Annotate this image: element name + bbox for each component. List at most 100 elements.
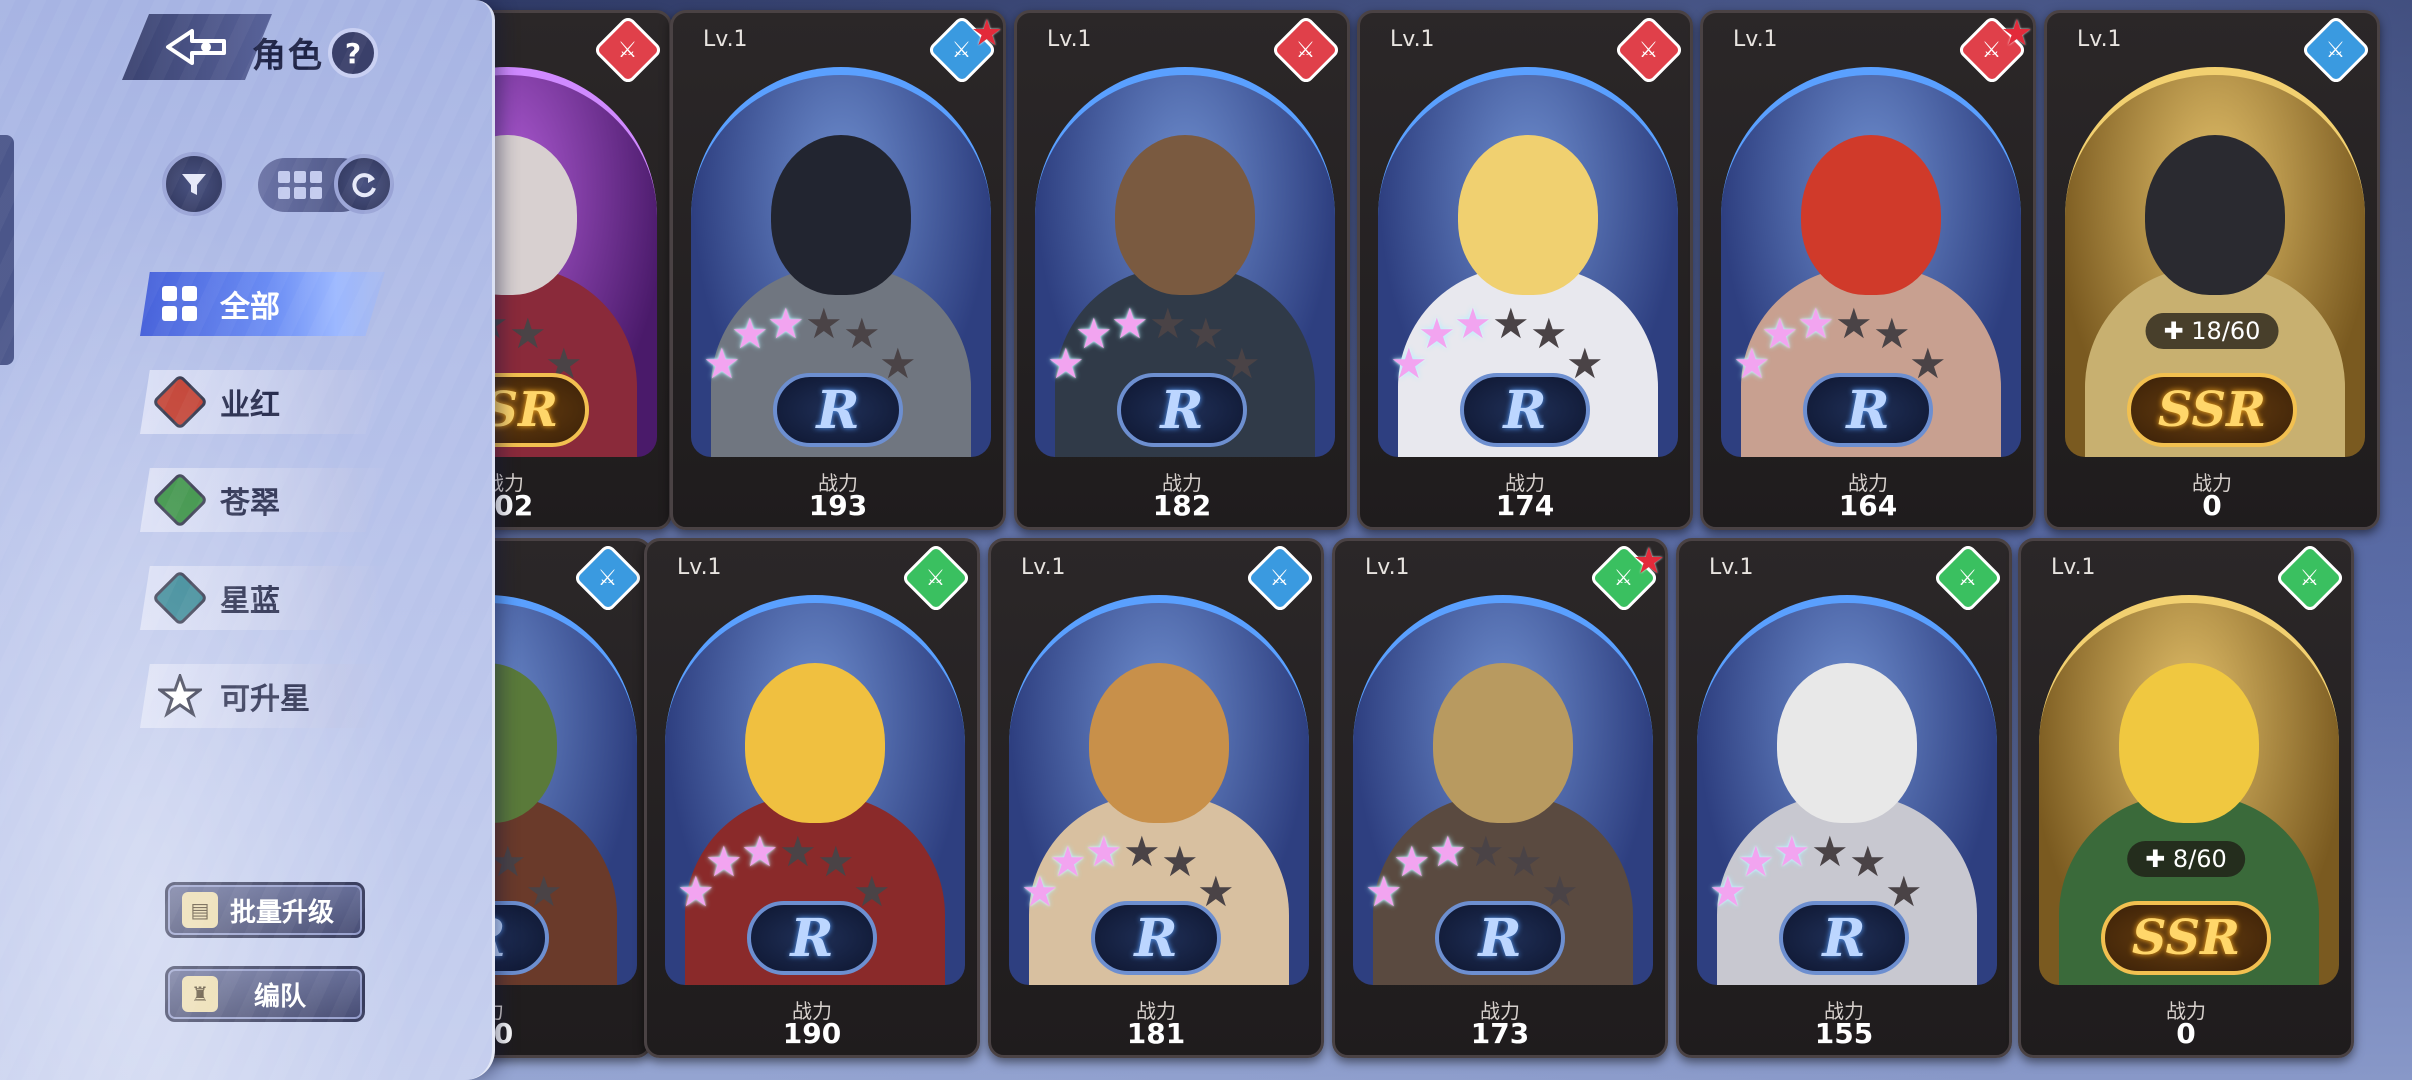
filter-tab-label: 业红 xyxy=(220,388,280,423)
star-icon: ★ xyxy=(1075,309,1113,358)
star-icon: ★ xyxy=(1418,309,1456,358)
rarity-badge: R xyxy=(1803,373,1933,447)
all-tiles-icon xyxy=(154,278,206,330)
level-label: Lv.1 xyxy=(677,555,722,580)
star-icon: ★ xyxy=(1429,827,1467,876)
star-icon: ★ xyxy=(1873,309,1911,358)
character-card[interactable]: Lv.1 ⚔ ★ ★ ★ ★ ★ ★ ★ R 战力 173 xyxy=(1332,538,1668,1058)
back-arrow-icon xyxy=(166,29,226,65)
level-label: Lv.1 xyxy=(703,27,748,52)
star-icon: ★ xyxy=(741,827,779,876)
star-burst-icon xyxy=(154,670,206,722)
filter-tab-label: 苍翠 xyxy=(220,486,280,521)
star-icon: ★ xyxy=(509,309,547,358)
level-label: Lv.1 xyxy=(1733,27,1778,52)
rarity-badge: SSR xyxy=(2101,901,2271,975)
star-icon: ★ xyxy=(1161,837,1199,886)
star-icon: ★ xyxy=(1849,837,1887,886)
shard-count: 18/60 xyxy=(2191,317,2261,345)
character-head xyxy=(1433,663,1573,823)
help-button[interactable]: ? xyxy=(328,28,378,78)
rarity-badge: SSR xyxy=(2127,373,2297,447)
character-head xyxy=(2145,135,2285,295)
character-head xyxy=(1777,663,1917,823)
rarity-badge: R xyxy=(1091,901,1221,975)
shard-progress: ✚ 8/60 xyxy=(2127,841,2245,877)
character-card[interactable]: Lv.1 ⚔ ★ ★ ★ ★ ★ ★ ★ R 战力 193 xyxy=(670,10,1006,530)
level-label: Lv.1 xyxy=(2077,27,2122,52)
shard-progress: ✚ 18/60 xyxy=(2145,313,2279,349)
batch-upgrade-button[interactable]: ▤ 批量升级 xyxy=(165,882,365,938)
character-head xyxy=(771,135,911,295)
character-head xyxy=(1089,663,1229,823)
star-icon: ★ xyxy=(1773,827,1811,876)
filter-tab-azure[interactable]: 星蓝 xyxy=(140,566,385,630)
element-badge-icon: ⚔ xyxy=(2274,542,2346,614)
character-head xyxy=(1458,135,1598,295)
character-head xyxy=(745,663,885,823)
level-label: Lv.1 xyxy=(1047,27,1092,52)
rarity-badge: R xyxy=(1460,373,1590,447)
rarity-badge: R xyxy=(1117,373,1247,447)
element-badge-icon: ⚔ xyxy=(572,542,644,614)
rarity-badge: R xyxy=(773,373,903,447)
new-star-icon: ★ xyxy=(2000,13,2033,54)
power-value: 155 xyxy=(1814,1017,1874,1050)
element-badge-icon: ⚔ xyxy=(1270,14,1342,86)
page-title: 角色 xyxy=(252,36,324,76)
level-label: Lv.1 xyxy=(2051,555,2096,580)
formation-button[interactable]: ♜ 编队 xyxy=(165,966,365,1022)
power-value: 164 xyxy=(1838,489,1898,522)
star-icon: ★ xyxy=(767,299,805,348)
star-icon: ★ xyxy=(843,309,881,358)
element-badge-icon: ⚔ xyxy=(900,542,972,614)
rarity-badge: R xyxy=(747,901,877,975)
filter-tab-label: 可升星 xyxy=(220,682,310,717)
character-card[interactable]: Lv.1 ⚔ ★ ★ ★ ★ ★ ★ R 战力 181 xyxy=(988,538,1324,1058)
help-icon: ? xyxy=(344,36,362,70)
star-icon: ★ xyxy=(1393,837,1431,886)
character-card[interactable]: Lv.1 ⚔ ★ ★ ★ ★ ★ ★ R 战力 190 xyxy=(644,538,980,1058)
filter-tab-all[interactable]: 全部 xyxy=(140,272,385,336)
shard-count: 8/60 xyxy=(2172,845,2227,873)
star-icon: ★ xyxy=(805,299,843,348)
filter-tab-label: 全部 xyxy=(220,290,280,325)
element-gem-icon xyxy=(151,373,209,431)
new-star-icon: ★ xyxy=(970,13,1003,54)
character-card[interactable]: Lv.1 ⚔ ✚ 8/60 SSR 战力 0 xyxy=(2018,538,2354,1058)
star-icon: ★ xyxy=(705,837,743,886)
character-card[interactable]: Lv.1 ⚔ ✚ 18/60 SSR 战力 0 xyxy=(2044,10,2380,530)
element-badge-icon: ⚔ xyxy=(1932,542,2004,614)
filter-tab-verdant[interactable]: 苍翠 xyxy=(140,468,385,532)
power-value: 182 xyxy=(1152,489,1212,522)
filter-tab-crimson[interactable]: 业红 xyxy=(140,370,385,434)
character-card[interactable]: Lv.1 ⚔ ★ ★ ★ ★ ★ ★ R 战力 174 xyxy=(1357,10,1693,530)
character-card[interactable]: Lv.1 ⚔ ★ ★ ★ ★ ★ ★ R 战力 182 xyxy=(1014,10,1350,530)
filter-funnel-icon xyxy=(182,174,206,195)
filter-tab-label: 星蓝 xyxy=(220,584,280,619)
character-card[interactable]: Lv.1 ⚔ ★ ★ ★ ★ ★ ★ ★ R 战力 164 xyxy=(1700,10,2036,530)
power-value: 181 xyxy=(1126,1017,1186,1050)
star-icon: ★ xyxy=(1187,309,1225,358)
star-icon: ★ xyxy=(1530,309,1568,358)
level-label: Lv.1 xyxy=(1390,27,1435,52)
power-value: 190 xyxy=(782,1017,842,1050)
rarity-badge: R xyxy=(1779,901,1909,975)
element-gem-icon xyxy=(151,471,209,529)
star-icon: ★ xyxy=(1049,837,1087,886)
level-label: Lv.1 xyxy=(1709,555,1754,580)
refresh-button[interactable] xyxy=(334,154,394,214)
star-icon: ★ xyxy=(1797,299,1835,348)
puzzle-piece-icon: ✚ xyxy=(2163,317,2184,345)
filter-tab-star-up[interactable]: 可升星 xyxy=(140,664,385,728)
batch-upgrade-label: 批量升级 xyxy=(230,897,335,928)
star-icon: ★ xyxy=(1454,299,1492,348)
filter-button[interactable] xyxy=(162,152,226,216)
back-button[interactable] xyxy=(122,14,272,80)
level-label: Lv.1 xyxy=(1365,555,1410,580)
new-star-icon: ★ xyxy=(1632,541,1665,582)
character-card[interactable]: Lv.1 ⚔ ★ ★ ★ ★ ★ ★ R 战力 155 xyxy=(1676,538,2012,1058)
star-icon: ★ xyxy=(1111,299,1149,348)
element-badge-icon: ⚔ xyxy=(1244,542,1316,614)
character-head xyxy=(1115,135,1255,295)
